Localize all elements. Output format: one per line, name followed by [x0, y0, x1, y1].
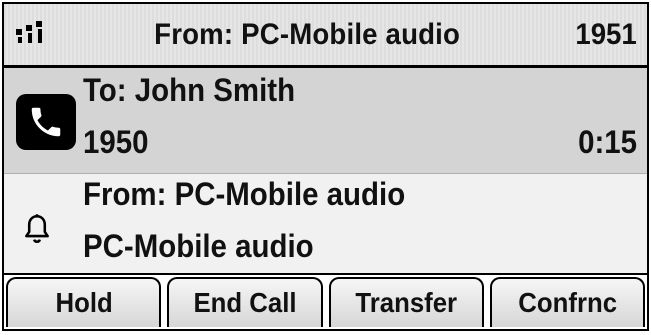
transfer-button[interactable]: Transfer [328, 277, 484, 327]
active-call-number: 1950 [83, 124, 149, 160]
end-call-button-label: End Call [193, 287, 297, 318]
conference-button-label: Confrnc [517, 287, 617, 318]
hold-button-label: Hold [55, 287, 113, 318]
incoming-caller-name: PC-Mobile audio [83, 228, 314, 264]
transfer-button-label: Transfer [355, 287, 457, 318]
hold-button[interactable]: Hold [6, 277, 162, 327]
header-title: From: PC-Mobile audio [154, 17, 461, 51]
softkey-bar: Hold End Call Transfer Confrnc [4, 275, 647, 329]
active-call-panel[interactable]: To: John Smith 1950 0:15 [4, 68, 647, 174]
bell-icon [20, 212, 54, 246]
active-call-to: To: John Smith [83, 72, 296, 108]
incoming-call-panel[interactable]: From: PC-Mobile audio PC-Mobile audio [4, 174, 647, 275]
signal-strength-icon [14, 15, 54, 55]
conference-button[interactable]: Confrnc [489, 277, 645, 327]
phone-screen: From: PC-Mobile audio 1951 To: John Smit… [2, 2, 649, 331]
handset-icon [16, 94, 76, 150]
line-extension: 1951 [575, 17, 637, 51]
end-call-button[interactable]: End Call [167, 277, 323, 327]
status-header: From: PC-Mobile audio 1951 [4, 4, 647, 68]
incoming-call-from: From: PC-Mobile audio [83, 176, 406, 212]
active-call-duration: 0:15 [578, 124, 637, 160]
